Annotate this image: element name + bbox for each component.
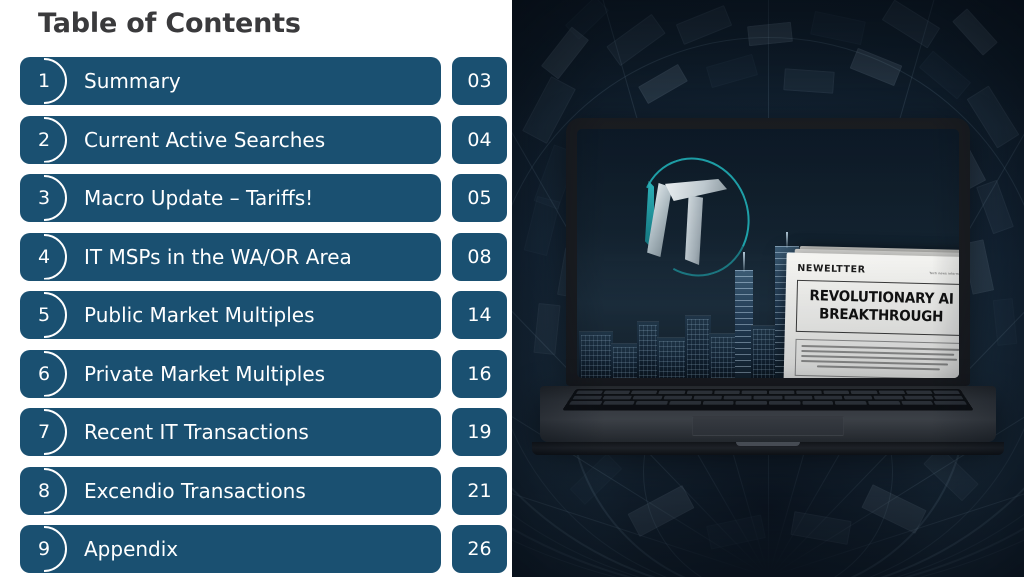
toc-page-number: 21 xyxy=(467,479,492,502)
toc-page-number: 04 xyxy=(467,128,492,151)
table-of-contents-panel: Table of Contents 1 Summary 03 2 Current… xyxy=(0,0,512,577)
toc-slide: Table of Contents 1 Summary 03 2 Current… xyxy=(0,0,1024,577)
toc-item-label: Macro Update – Tariffs! xyxy=(84,186,314,210)
toc-page-box[interactable]: 16 xyxy=(452,349,507,398)
artwork-panel: NEWELTTER Tech news information REVOLUTI… xyxy=(512,0,1024,577)
toc-page-number: 05 xyxy=(467,187,492,209)
toc-number: 8 xyxy=(37,479,51,502)
toc-page-box[interactable]: 05 xyxy=(452,174,507,222)
toc-row[interactable]: 2 Current Active Searches 04 xyxy=(0,115,512,164)
toc-page-number: 16 xyxy=(467,362,492,385)
toc-number: 3 xyxy=(37,187,51,209)
toc-item-label: Public Market Multiples xyxy=(84,303,315,327)
toc-row[interactable]: 9 Appendix 26 xyxy=(0,525,512,573)
toc-row[interactable]: 6 Private Market Multiples 16 xyxy=(0,349,512,398)
toc-item-label: Recent IT Transactions xyxy=(84,420,309,444)
toc-number: 1 xyxy=(37,70,51,92)
toc-row[interactable]: 5 Public Market Multiples 14 xyxy=(0,291,512,339)
toc-page-box[interactable]: 26 xyxy=(452,525,507,573)
toc-page-box[interactable]: 08 xyxy=(452,232,507,281)
toc-number: 6 xyxy=(37,362,51,385)
toc-row[interactable]: 3 Macro Update – Tariffs! 05 xyxy=(0,174,512,222)
toc-page-number: 08 xyxy=(467,245,492,268)
toc-row[interactable]: 1 Summary 03 xyxy=(0,57,512,105)
toc-item-label: IT MSPs in the WA/OR Area xyxy=(84,244,352,269)
toc-page-box[interactable]: 21 xyxy=(452,466,507,515)
toc-row[interactable]: 7 Recent IT Transactions 19 xyxy=(0,408,512,456)
page-title: Table of Contents xyxy=(38,8,301,39)
toc-page-number: 26 xyxy=(467,538,492,560)
toc-page-box[interactable]: 03 xyxy=(452,57,507,105)
toc-item-label: Summary xyxy=(84,69,181,93)
toc-number: 7 xyxy=(37,421,51,443)
toc-item-label: Current Active Searches xyxy=(84,127,326,152)
toc-number: 9 xyxy=(37,538,51,560)
toc-item-label: Private Market Multiples xyxy=(84,361,326,386)
artwork-vignette xyxy=(512,0,1024,577)
toc-row[interactable]: 4 IT MSPs in the WA/OR Area 08 xyxy=(0,232,512,281)
toc-number: 4 xyxy=(37,245,51,268)
toc-number: 2 xyxy=(37,128,51,151)
toc-page-number: 14 xyxy=(467,304,492,326)
toc-page-box[interactable]: 04 xyxy=(452,115,507,164)
toc-row[interactable]: 8 Excendio Transactions 21 xyxy=(0,466,512,515)
toc-page-box[interactable]: 14 xyxy=(452,291,507,339)
toc-item-label: Appendix xyxy=(84,537,179,561)
toc-page-number: 19 xyxy=(467,421,492,443)
toc-page-number: 03 xyxy=(467,70,492,92)
toc-number: 5 xyxy=(37,304,51,326)
toc-list: 1 Summary 03 2 Current Active Searches 0… xyxy=(0,57,512,577)
toc-page-box[interactable]: 19 xyxy=(452,408,507,456)
toc-item-label: Excendio Transactions xyxy=(84,478,306,503)
